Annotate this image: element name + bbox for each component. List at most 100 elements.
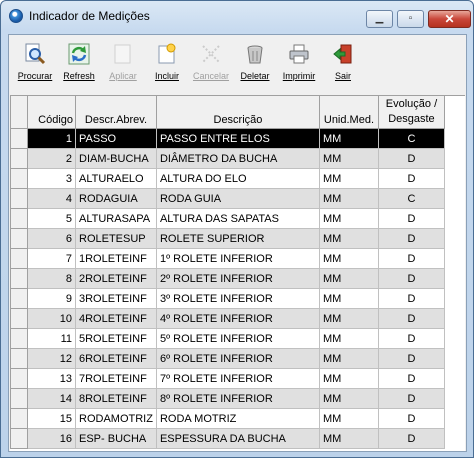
cell-codigo[interactable]: 11 <box>27 328 76 349</box>
row-indicator[interactable] <box>10 228 28 249</box>
cell-codigo[interactable]: 8 <box>27 268 76 289</box>
column-header-descricao[interactable]: Descrição <box>155 96 320 129</box>
exit-button[interactable]: Sair <box>321 38 365 88</box>
cell-unid-med[interactable]: MM <box>318 348 379 369</box>
row-indicator[interactable] <box>10 288 28 309</box>
cell-descricao[interactable]: 2º ROLETE INFERIOR <box>155 268 320 289</box>
cell-descricao[interactable]: ESPESSURA DA BUCHA <box>155 428 320 449</box>
table-row[interactable]: 11 5ROLETEINF 5º ROLETE INFERIOR MM D <box>10 328 445 349</box>
cell-descricao[interactable]: 6º ROLETE INFERIOR <box>155 348 320 369</box>
cell-codigo[interactable]: 2 <box>27 148 76 169</box>
cell-codigo[interactable]: 3 <box>27 168 76 189</box>
table-row[interactable]: 4 RODAGUIA RODA GUIA MM C <box>10 188 445 209</box>
cell-descricao[interactable]: 4º ROLETE INFERIOR <box>155 308 320 329</box>
cell-evolucao-desgaste[interactable]: D <box>377 228 445 249</box>
cell-evolucao-desgaste[interactable]: D <box>377 248 445 269</box>
row-indicator[interactable] <box>10 128 28 149</box>
table-row[interactable]: 14 8ROLETEINF 8º ROLETE INFERIOR MM D <box>10 388 445 409</box>
cell-unid-med[interactable]: MM <box>318 288 379 309</box>
cell-unid-med[interactable]: MM <box>318 268 379 289</box>
row-indicator[interactable] <box>10 188 28 209</box>
cell-unid-med[interactable]: MM <box>318 328 379 349</box>
cell-codigo[interactable]: 10 <box>27 308 76 329</box>
cell-codigo[interactable]: 5 <box>27 208 76 229</box>
cell-descricao[interactable]: ROLETE SUPERIOR <box>155 228 320 249</box>
row-indicator[interactable] <box>10 148 28 169</box>
cell-evolucao-desgaste[interactable]: D <box>377 288 445 309</box>
cell-codigo[interactable]: 15 <box>27 408 76 429</box>
cell-codigo[interactable]: 7 <box>27 248 76 269</box>
cell-descricao[interactable]: 1º ROLETE INFERIOR <box>155 248 320 269</box>
table-row[interactable]: 7 1ROLETEINF 1º ROLETE INFERIOR MM D <box>10 248 445 269</box>
row-indicator[interactable] <box>10 328 28 349</box>
maximize-button[interactable]: ▫ <box>397 10 424 28</box>
cell-descr-abrev[interactable]: ESP- BUCHA <box>75 428 157 449</box>
cell-codigo[interactable]: 1 <box>27 128 76 149</box>
cell-codigo[interactable]: 12 <box>27 348 76 369</box>
cancel-button[interactable]: Cancelar <box>189 38 233 88</box>
table-row[interactable]: 12 6ROLETEINF 6º ROLETE INFERIOR MM D <box>10 348 445 369</box>
print-button[interactable]: Imprimir <box>277 38 321 88</box>
cell-evolucao-desgaste[interactable]: D <box>377 328 445 349</box>
table-row[interactable]: 8 2ROLETEINF 2º ROLETE INFERIOR MM D <box>10 268 445 289</box>
cell-descr-abrev[interactable]: 3ROLETEINF <box>75 288 157 309</box>
cell-descricao[interactable]: 8º ROLETE INFERIOR <box>155 388 320 409</box>
cell-codigo[interactable]: 13 <box>27 368 76 389</box>
cell-evolucao-desgaste[interactable]: D <box>377 348 445 369</box>
cell-evolucao-desgaste[interactable]: D <box>377 148 445 169</box>
cell-unid-med[interactable]: MM <box>318 168 379 189</box>
cell-descricao[interactable]: ALTURA DO ELO <box>155 168 320 189</box>
cell-descr-abrev[interactable]: 8ROLETEINF <box>75 388 157 409</box>
cell-evolucao-desgaste[interactable]: D <box>377 168 445 189</box>
cell-evolucao-desgaste[interactable]: D <box>377 428 445 449</box>
cell-descr-abrev[interactable]: 5ROLETEINF <box>75 328 157 349</box>
cell-descr-abrev[interactable]: ROLETESUP <box>75 228 157 249</box>
table-row[interactable]: 1 PASSO PASSO ENTRE ELOS MM C <box>10 128 445 149</box>
cell-evolucao-desgaste[interactable]: D <box>377 308 445 329</box>
cell-codigo[interactable]: 16 <box>27 428 76 449</box>
cell-descricao[interactable]: 5º ROLETE INFERIOR <box>155 328 320 349</box>
cell-unid-med[interactable]: MM <box>318 308 379 329</box>
cell-descr-abrev[interactable]: ALTURASAPA <box>75 208 157 229</box>
cell-codigo[interactable]: 14 <box>27 388 76 409</box>
cell-descricao[interactable]: PASSO ENTRE ELOS <box>155 128 320 149</box>
cell-descricao[interactable]: ALTURA DAS SAPATAS <box>155 208 320 229</box>
cell-unid-med[interactable]: MM <box>318 188 379 209</box>
column-header-codigo[interactable]: Código <box>27 96 76 129</box>
cell-unid-med[interactable]: MM <box>318 408 379 429</box>
table-row[interactable]: 15 RODAMOTRIZ RODA MOTRIZ MM D <box>10 408 445 429</box>
column-header-descr-abrev[interactable]: Descr.Abrev. <box>75 96 157 129</box>
row-indicator[interactable] <box>10 308 28 329</box>
cell-codigo[interactable]: 9 <box>27 288 76 309</box>
search-button[interactable]: Procurar <box>13 38 57 88</box>
cell-unid-med[interactable]: MM <box>318 248 379 269</box>
cell-codigo[interactable]: 6 <box>27 228 76 249</box>
cell-descr-abrev[interactable]: 7ROLETEINF <box>75 368 157 389</box>
table-row[interactable]: 16 ESP- BUCHA ESPESSURA DA BUCHA MM D <box>10 428 445 449</box>
cell-descr-abrev[interactable]: 6ROLETEINF <box>75 348 157 369</box>
cell-descr-abrev[interactable]: PASSO <box>75 128 157 149</box>
row-indicator[interactable] <box>10 168 28 189</box>
cell-evolucao-desgaste[interactable]: C <box>377 188 445 209</box>
cell-unid-med[interactable]: MM <box>318 148 379 169</box>
row-indicator[interactable] <box>10 268 28 289</box>
cell-evolucao-desgaste[interactable]: C <box>377 128 445 149</box>
cell-unid-med[interactable]: MM <box>318 128 379 149</box>
cell-descr-abrev[interactable]: 4ROLETEINF <box>75 308 157 329</box>
cell-descr-abrev[interactable]: RODAMOTRIZ <box>75 408 157 429</box>
include-button[interactable]: Incluir <box>145 38 189 88</box>
row-indicator[interactable] <box>10 208 28 229</box>
cell-descricao[interactable]: 7º ROLETE INFERIOR <box>155 368 320 389</box>
delete-button[interactable]: Deletar <box>233 38 277 88</box>
row-indicator[interactable] <box>10 248 28 269</box>
table-row[interactable]: 9 3ROLETEINF 3º ROLETE INFERIOR MM D <box>10 288 445 309</box>
cell-unid-med[interactable]: MM <box>318 208 379 229</box>
cell-evolucao-desgaste[interactable]: D <box>377 208 445 229</box>
cell-unid-med[interactable]: MM <box>318 388 379 409</box>
row-indicator[interactable] <box>10 368 28 389</box>
cell-unid-med[interactable]: MM <box>318 428 379 449</box>
cell-descr-abrev[interactable]: 2ROLETEINF <box>75 268 157 289</box>
apply-button[interactable]: Aplicar <box>101 38 145 88</box>
cell-descr-abrev[interactable]: 1ROLETEINF <box>75 248 157 269</box>
cell-evolucao-desgaste[interactable]: D <box>377 268 445 289</box>
